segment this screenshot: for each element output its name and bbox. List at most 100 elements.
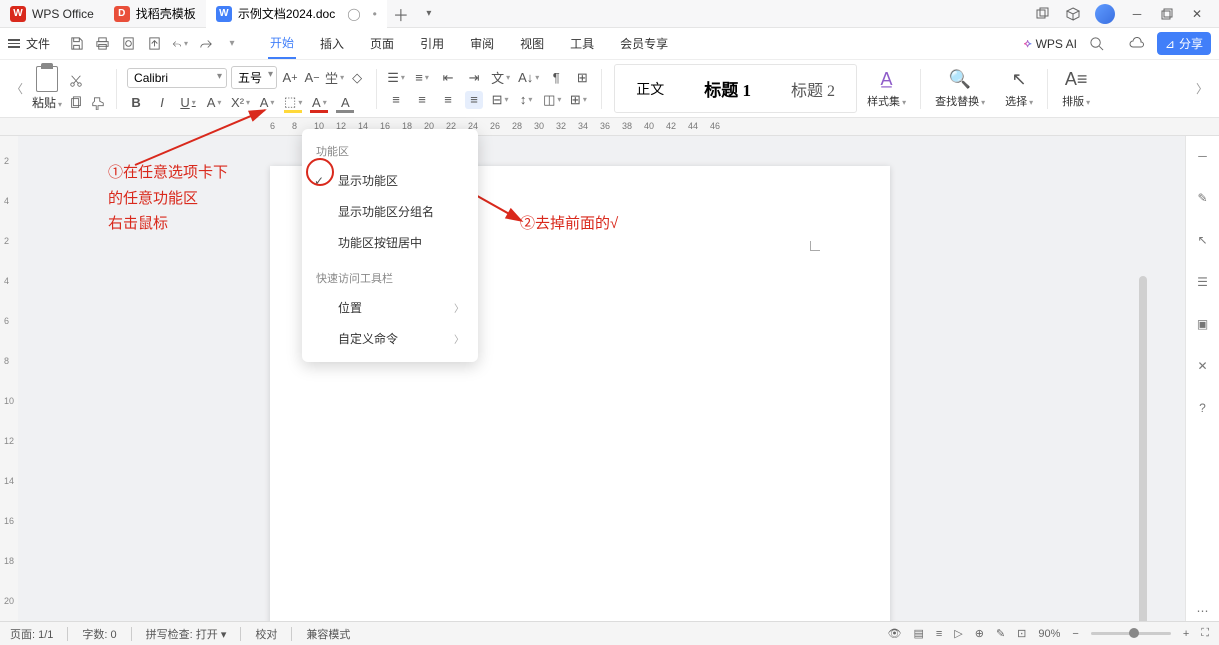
align-center-button[interactable]: ≡ [413,91,431,109]
grow-font-icon[interactable]: A+ [281,69,299,87]
style-gallery[interactable]: 正文 标题 1 标题 2 [614,64,857,113]
tools-panel-icon[interactable]: ✕ [1193,356,1213,376]
styleset-button[interactable]: A̲ 样式集 [857,69,916,109]
cube-icon[interactable] [1065,6,1081,22]
zoom-out-button[interactable]: − [1072,628,1078,640]
tab-insert[interactable]: 插入 [318,29,346,58]
line-spacing-button[interactable]: ↕ [517,91,535,109]
superscript-button[interactable]: X² [231,93,250,111]
tab-page[interactable]: 页面 [368,29,396,58]
font-color-button[interactable]: A [310,93,328,111]
format-painter-icon[interactable] [90,95,106,111]
export-icon[interactable] [146,36,162,52]
close-button[interactable]: ✕ [1189,6,1205,22]
status-compat[interactable]: 兼容模式 [306,626,350,642]
change-case-icon[interactable]: 坣 [325,69,344,87]
app-tab[interactable]: W WPS Office [0,0,104,28]
zoom-slider[interactable] [1091,632,1171,635]
cloud-icon[interactable] [1129,36,1145,52]
bold-button[interactable]: B [127,93,145,111]
tab-view[interactable]: 视图 [518,29,546,58]
borders-button[interactable]: ⊞ [569,91,587,109]
pencil-icon[interactable]: ✎ [1193,188,1213,208]
text-direction-button[interactable]: 文 [491,69,510,87]
fullscreen-icon[interactable]: ⛶ [1201,627,1209,640]
pointer-icon[interactable]: ↖ [1193,230,1213,250]
qat-customize-button[interactable]: ▾ [224,36,240,52]
zoom-in-button[interactable]: + [1183,628,1189,640]
tab-review[interactable]: 审阅 [468,29,496,58]
zoom-level[interactable]: 90% [1038,628,1060,640]
view-grid-icon[interactable]: ⊡ [1017,627,1026,640]
save-icon[interactable] [68,36,84,52]
view-page-icon[interactable]: ▤ [913,627,923,640]
ctx-center-buttons[interactable]: 功能区按钮居中 [302,227,478,258]
style-heading1[interactable]: 标题 1 [687,69,768,108]
user-avatar[interactable] [1095,4,1115,24]
help-icon[interactable]: ? [1193,398,1213,418]
view-read-icon[interactable]: 👁 [887,627,901,640]
shading-button[interactable]: ◫ [543,91,561,109]
numbering-button[interactable]: ≡ [413,69,431,87]
view-annotate-icon[interactable]: ✎ [996,627,1005,640]
status-proof[interactable]: 校对 [255,626,277,642]
scroll-thumb[interactable] [1139,276,1147,621]
undo-button[interactable] [172,36,188,52]
tab-references[interactable]: 引用 [418,29,446,58]
bullets-button[interactable]: ☰ [387,69,405,87]
redo-button[interactable] [198,36,214,52]
print-icon[interactable] [94,36,110,52]
view-play-icon[interactable]: ▷ [954,627,962,640]
more-icon[interactable]: ⋯ [1193,601,1213,621]
maximize-button[interactable] [1159,6,1175,22]
ctx-position[interactable]: 位置 〉 [302,292,478,323]
clipboard-panel-icon[interactable]: ☰ [1193,272,1213,292]
view-web-icon[interactable]: ⊕ [975,627,984,640]
status-words[interactable]: 字数: 0 [82,626,116,642]
clear-format-icon[interactable]: ◇ [348,69,366,87]
ribbon-scroll-left[interactable]: 〈 [8,80,26,97]
status-spellcheck[interactable]: 拼写检查: 打开 ▾ [146,626,227,642]
search-icon[interactable] [1089,36,1105,52]
document-tab[interactable]: W 示例文档2024.doc ◯ • [206,0,387,28]
font-name-select[interactable]: Calibri [127,68,227,88]
find-replace-button[interactable]: 🔍 查找替换 [925,69,995,109]
select-button[interactable]: ↖ 选择 [995,69,1043,109]
share-button[interactable]: ⊿ 分享 [1157,32,1211,55]
view-outline-icon[interactable]: ≡ [936,628,942,640]
vertical-scrollbar[interactable] [1139,276,1149,621]
tab-dropdown-button[interactable]: ▾ [415,8,443,19]
snap-button[interactable]: ⊞ [573,69,591,87]
ctx-customize[interactable]: 自定义命令 〉 [302,323,478,354]
templates-tab[interactable]: D 找稻壳模板 [104,0,206,28]
strikethrough-button[interactable]: A [205,93,223,111]
cut-icon[interactable] [68,73,84,89]
align-right-button[interactable]: ≡ [439,91,457,109]
paste-button[interactable]: 粘贴 [32,66,62,111]
print-preview-icon[interactable] [120,36,136,52]
collapse-icon[interactable]: ─ [1193,146,1213,166]
new-tab-button[interactable]: ＋ [387,2,415,26]
sort-button[interactable]: A↓ [518,69,539,87]
status-page[interactable]: 页面: 1/1 [10,626,53,642]
justify-button[interactable]: ≡ [465,91,483,109]
layout-button[interactable]: A≡ 排版 [1052,69,1100,109]
shrink-font-icon[interactable]: A− [303,69,321,87]
ctx-show-ribbon[interactable]: ✓ 显示功能区 [302,165,478,196]
minimize-button[interactable]: ─ [1129,6,1145,22]
tab-member[interactable]: 会员专享 [618,29,670,58]
increase-indent-button[interactable]: ⇥ [465,69,483,87]
align-left-button[interactable]: ≡ [387,91,405,109]
italic-button[interactable]: I [153,93,171,111]
wps-ai-button[interactable]: ⟡ WPS AI [1024,36,1077,51]
window-multiwin-icon[interactable] [1035,6,1051,22]
show-marks-button[interactable]: ¶ [547,69,565,87]
text-effect-button[interactable]: A [258,93,276,111]
copy-icon[interactable] [68,95,84,111]
zoom-knob[interactable] [1129,628,1139,638]
decrease-indent-button[interactable]: ⇤ [439,69,457,87]
image-panel-icon[interactable]: ▣ [1193,314,1213,334]
style-heading2[interactable]: 标题 2 [774,70,852,108]
tab-tools[interactable]: 工具 [568,29,596,58]
underline-button[interactable]: U [179,93,197,111]
